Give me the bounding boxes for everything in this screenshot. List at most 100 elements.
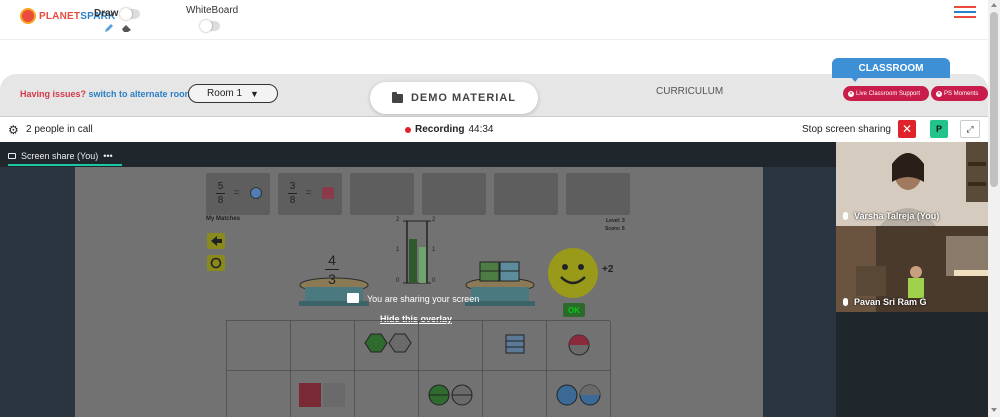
score-label: Score: 6 [605, 226, 625, 232]
issues-notice: Having issues? switch to alternate room [20, 89, 193, 99]
tab-underline [8, 164, 122, 166]
match-card-6 [566, 173, 630, 215]
card2-fraction: 3 8 [288, 181, 297, 206]
card1-numerator: 5 [217, 181, 224, 192]
recording-time: 44:34 [468, 124, 494, 135]
curriculum-tab[interactable]: CURRICULUM [656, 86, 723, 97]
live-support-button[interactable]: ✕ Live Classroom Support [843, 86, 929, 101]
shared-screen: 5 8 = 3 8 = My Matches Level: 3 Score: 6 [75, 167, 763, 417]
card1-equals: = [234, 187, 240, 197]
ps-moments-button[interactable]: ✕ PS Moments [931, 86, 988, 101]
room-select-value: Room 1 [207, 88, 243, 99]
card1-fraction: 5 8 [216, 181, 225, 206]
sharing-overlay-text: You are sharing your screen [367, 294, 480, 304]
monitor-icon [8, 153, 16, 159]
logo-text-part1: PLANET [39, 10, 81, 22]
participant-avatar-button[interactable]: P [930, 120, 948, 138]
grid-cell[interactable] [291, 371, 355, 417]
demo-material-label: DEMO MATERIAL [410, 92, 517, 104]
classroom-tab[interactable]: CLASSROOM [832, 58, 950, 78]
draw-label: Draw [94, 8, 119, 19]
fraction-scale [403, 220, 431, 284]
match-card-4 [422, 173, 486, 215]
grid-cell[interactable] [355, 371, 419, 417]
back-arrow-icon[interactable] [207, 233, 225, 249]
fraction-bar [325, 269, 339, 270]
match-grid [226, 320, 611, 417]
grid-cell[interactable] [483, 371, 547, 417]
smiley-face-icon [548, 248, 598, 298]
ok-button[interactable]: OK [563, 303, 585, 317]
gear-icon[interactable]: ⚙ [8, 123, 19, 137]
level-label: Level: 3 [606, 218, 625, 224]
scale-top-left: 2 [396, 217, 400, 223]
card1-denominator: 8 [217, 195, 224, 206]
plus-points: +2 [602, 264, 614, 275]
live-support-label: Live Classroom Support [856, 90, 921, 97]
scroll-up-icon[interactable] [991, 3, 997, 7]
screen-share-tab-label: Screen share (You) [21, 151, 99, 161]
grid-cell[interactable] [547, 371, 611, 417]
balance-fraction: 4 3 [325, 253, 339, 286]
grid-cell[interactable] [227, 371, 291, 417]
grid-cell[interactable] [227, 321, 291, 371]
screen-share-tab[interactable]: Screen share (You) ••• [8, 148, 113, 164]
card2-equals: = [306, 187, 312, 197]
hexagon-pair-icon [364, 333, 412, 353]
recording-dot-icon [405, 126, 411, 133]
demo-material-button[interactable]: DEMO MATERIAL [370, 82, 538, 114]
bar-model-icon [505, 334, 525, 354]
scrollbar-thumb[interactable] [990, 12, 998, 187]
match-card-2: 3 8 = [278, 173, 342, 215]
draw-toggle[interactable] [120, 8, 140, 20]
balance-denominator: 3 [328, 271, 336, 287]
refresh-icon[interactable] [207, 255, 225, 271]
circle-fraction-icon [568, 334, 590, 356]
menu-icon[interactable] [954, 6, 976, 20]
grid-cell[interactable] [483, 321, 547, 371]
grid-cell[interactable] [355, 321, 419, 371]
grid-cell[interactable] [419, 321, 483, 371]
folder-icon [391, 91, 403, 103]
card2-numerator: 3 [289, 181, 296, 192]
eraser-icon[interactable] [121, 23, 132, 33]
scale-bottom-left: 0 [396, 278, 400, 284]
match-card-3 [350, 173, 414, 215]
classroom-tab-pointer [850, 76, 860, 82]
recording-label: Recording [415, 124, 465, 135]
call-stage: Screen share (You) ••• 5 8 = 3 8 = My Ma… [0, 142, 988, 417]
microphone-icon [843, 298, 848, 306]
fullscreen-icon[interactable]: ⤢ [960, 120, 980, 138]
page-scrollbar[interactable] [988, 0, 1000, 417]
level-score: Level: 3 Score: 6 [605, 217, 625, 233]
scroll-down-icon[interactable] [991, 408, 997, 412]
participant-video-2[interactable]: Pavan Sri Ram G [836, 226, 988, 312]
grid-cell[interactable] [547, 321, 611, 371]
more-options-icon[interactable]: ••• [103, 151, 112, 161]
match-card-5 [494, 173, 558, 215]
switch-room-link[interactable]: switch to alternate room [89, 89, 193, 99]
grid-cell[interactable] [419, 371, 483, 417]
share-screen-icon [347, 293, 359, 303]
scale-mid-left: 1 [396, 247, 400, 253]
room-select[interactable]: Room 1 ▼ [188, 84, 278, 103]
top-bar: PLANETSPARK Draw WhiteBoard [0, 0, 988, 40]
whiteboard-toggle[interactable] [200, 20, 220, 32]
scale-mid-right: 1 [432, 247, 436, 253]
stop-screen-sharing-label[interactable]: Stop screen sharing [802, 124, 891, 135]
close-circle-icon: ✕ [936, 90, 942, 97]
match-card-1: 5 8 = [206, 173, 270, 215]
pencil-icon[interactable] [104, 23, 114, 33]
grid-cell[interactable] [291, 321, 355, 371]
close-circle-icon: ✕ [848, 90, 854, 97]
participant-video-1[interactable]: Varsha Talreja (You) [836, 142, 988, 226]
fraction-bar [288, 193, 297, 194]
pie-chart-icon [250, 187, 262, 199]
issues-text: Having issues? [20, 89, 87, 99]
fraction-bar [216, 193, 225, 194]
my-matches-label: My Matches [206, 216, 241, 222]
circle-pair-blue-icon [556, 384, 601, 406]
recording-indicator: Recording 44:34 [405, 124, 493, 135]
participant-name: Pavan Sri Ram G [854, 297, 927, 307]
stop-sharing-button[interactable]: ✕ [898, 120, 916, 138]
